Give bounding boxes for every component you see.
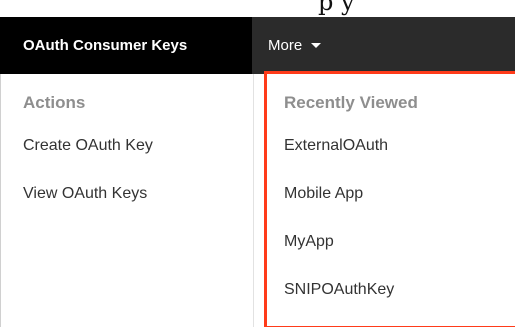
- page: p y OAuth Consumer Keys More Actions Cre…: [0, 0, 515, 327]
- recently-viewed-header: Recently Viewed: [284, 93, 418, 112]
- recent-item-externaloauth[interactable]: ExternalOAuth: [284, 137, 388, 155]
- chevron-down-icon: [311, 42, 322, 48]
- recent-item-mobile-app[interactable]: Mobile App: [284, 185, 363, 203]
- recent-item-myapp[interactable]: MyApp: [284, 233, 334, 251]
- top-text-fragment-strip: p y: [0, 0, 515, 17]
- more-label: More: [268, 37, 303, 54]
- more-menu-button[interactable]: More: [268, 17, 322, 74]
- menu-item-create-oauth-key[interactable]: Create OAuth Key: [23, 137, 153, 155]
- module-navbar: OAuth Consumer Keys More: [0, 17, 515, 74]
- module-dropdown-menu: Actions Create OAuth Key View OAuth Keys…: [0, 71, 515, 327]
- menu-item-view-oauth-keys[interactable]: View OAuth Keys: [23, 185, 147, 203]
- actions-header: Actions: [23, 93, 86, 112]
- recent-item-snipoauthkey[interactable]: SNIPOAuthKey: [284, 281, 394, 299]
- cut-off-text: p y: [318, 0, 355, 16]
- column-divider: [253, 74, 254, 327]
- tab-oauth-consumer-keys[interactable]: OAuth Consumer Keys: [0, 17, 252, 74]
